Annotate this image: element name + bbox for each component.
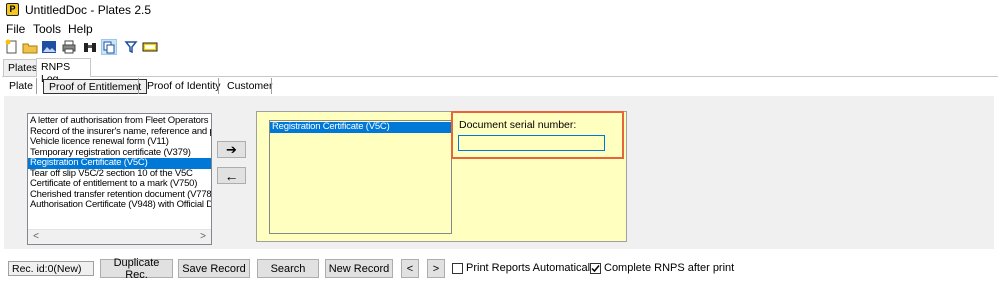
list-item[interactable]: A letter of authorisation from Fleet Ope… bbox=[28, 115, 211, 127]
list-item[interactable]: Authorisation Certificate (V948) with Of… bbox=[28, 199, 211, 211]
new-doc-icon[interactable] bbox=[4, 39, 20, 55]
serial-number-input[interactable] bbox=[458, 135, 605, 151]
scroll-left-arrow[interactable]: < bbox=[29, 230, 43, 244]
search-button[interactable]: Search bbox=[257, 259, 319, 278]
tab-separator bbox=[271, 78, 272, 94]
tab-separator bbox=[36, 78, 37, 94]
title-bar: P UntitledDoc - Plates 2.5 bbox=[0, 0, 1000, 20]
label-icon[interactable] bbox=[142, 39, 158, 55]
serial-number-label: Document serial number: bbox=[459, 119, 577, 131]
selected-documents-list[interactable]: Registration Certificate (V5C) bbox=[269, 120, 452, 234]
new-record-button[interactable]: New Record bbox=[325, 259, 393, 278]
previous-record-button[interactable]: < bbox=[401, 259, 419, 278]
tab-proof-of-identity[interactable]: Proof of Identity bbox=[141, 78, 227, 95]
print-icon[interactable] bbox=[61, 39, 77, 55]
print-reports-automatically-checkbox[interactable] bbox=[452, 263, 463, 274]
list-item-selected[interactable]: Registration Certificate (V5C) bbox=[28, 157, 211, 169]
list-item[interactable]: Certificate of entitlement to a mark (V7… bbox=[28, 178, 211, 190]
window-title: UntitledDoc - Plates 2.5 bbox=[25, 3, 152, 17]
scroll-right-arrow[interactable]: > bbox=[196, 230, 210, 244]
app-icon: P bbox=[6, 3, 19, 16]
record-id-field: Rec. id:0(New) bbox=[8, 261, 94, 276]
open-folder-icon[interactable] bbox=[22, 39, 38, 55]
tab-plate[interactable]: Plate bbox=[3, 78, 39, 95]
remove-document-button[interactable]: ← bbox=[217, 167, 246, 184]
duplicate-record-button[interactable]: Duplicate Rec. bbox=[100, 257, 173, 281]
tab-customer[interactable]: Customer bbox=[221, 78, 279, 95]
tab-plates[interactable]: Plates bbox=[3, 59, 37, 76]
complete-rnps-after-print-checkbox[interactable] bbox=[590, 263, 601, 274]
checkmark-icon bbox=[591, 265, 600, 273]
copy-icon[interactable] bbox=[101, 39, 117, 55]
binoculars-icon[interactable] bbox=[82, 39, 98, 55]
menu-help[interactable]: Help bbox=[68, 22, 93, 36]
tab-rnps-log[interactable]: RNPS Log bbox=[36, 58, 91, 85]
list-item[interactable]: Vehicle licence renewal form (V11) bbox=[28, 136, 211, 148]
tab-separator bbox=[138, 78, 139, 94]
outer-tab-baseline bbox=[2, 76, 998, 77]
filter-icon[interactable] bbox=[123, 39, 139, 55]
print-reports-automatically-label: Print Reports Automatically bbox=[466, 262, 599, 274]
tab-separator bbox=[218, 78, 219, 94]
tab-proof-of-entitlement[interactable]: Proof of Entitlement bbox=[43, 79, 148, 94]
available-documents-list[interactable]: A letter of authorisation from Fleet Ope… bbox=[27, 113, 212, 245]
complete-rnps-after-print-label: Complete RNPS after print bbox=[604, 262, 735, 274]
list-item-selected[interactable]: Registration Certificate (V5C) bbox=[270, 121, 451, 133]
horizontal-scrollbar[interactable]: < > bbox=[28, 229, 211, 244]
menu-tools[interactable]: Tools bbox=[33, 22, 61, 36]
next-record-button[interactable]: > bbox=[427, 259, 445, 278]
image-icon[interactable] bbox=[41, 39, 57, 55]
add-document-button[interactable]: ➔ bbox=[217, 141, 246, 158]
save-record-button[interactable]: Save Record bbox=[178, 259, 250, 278]
menu-file[interactable]: File bbox=[6, 22, 25, 36]
